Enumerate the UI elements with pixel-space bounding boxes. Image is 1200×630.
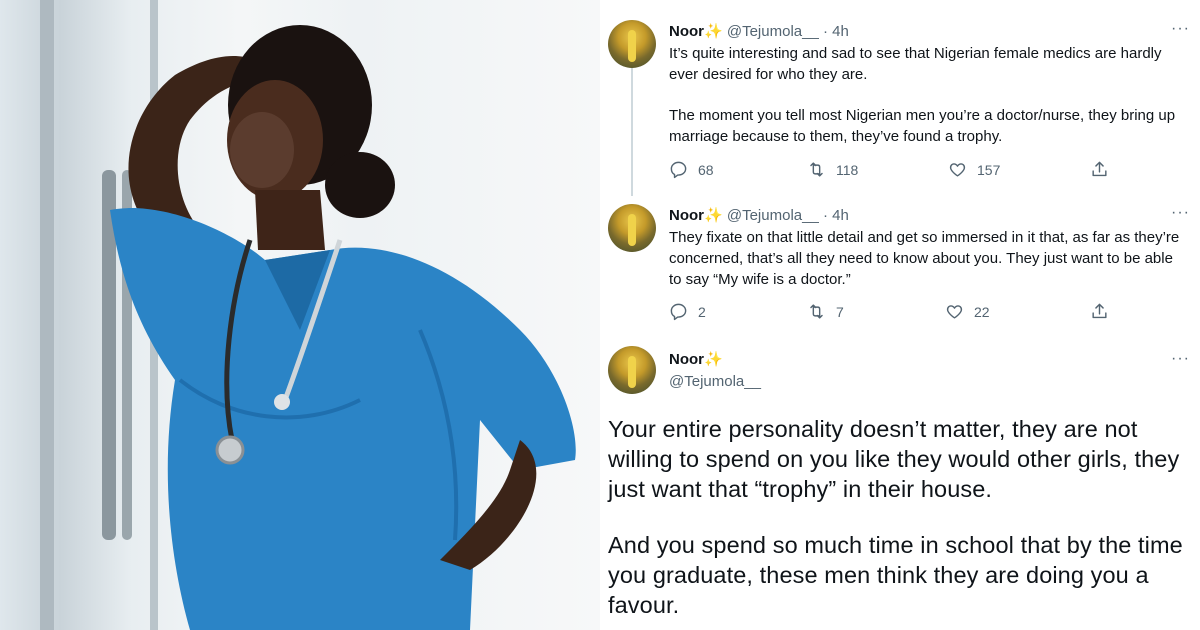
nurse-figure	[110, 25, 576, 630]
share-button[interactable]	[1090, 160, 1109, 179]
tweet-text: The moment you tell most Nigerian men yo…	[669, 107, 1176, 145]
timestamp[interactable]: · 4h	[823, 23, 849, 40]
retweet-icon	[810, 304, 823, 319]
reply-count: 2	[698, 303, 706, 320]
tweet-header: Noor✨ @Tejumola__ · 4h	[669, 22, 849, 42]
display-name[interactable]: Noor	[669, 23, 704, 40]
more-options-icon[interactable]: ···	[1171, 204, 1190, 222]
reply-count: 68	[698, 161, 714, 178]
retweet-count: 118	[836, 161, 859, 178]
like-count: 157	[977, 161, 1001, 178]
handle[interactable]: @Tejumola__	[727, 207, 819, 224]
tweet-header: Noor✨	[669, 350, 723, 370]
avatar[interactable]	[608, 20, 656, 68]
handle[interactable]: @Tejumola__	[669, 373, 761, 390]
handle[interactable]: @Tejumola__	[727, 23, 819, 40]
tweet-text: Your entire personality doesn’t matter, …	[608, 416, 1180, 502]
tweet-text: It’s quite interesting and sad to see th…	[669, 45, 1162, 83]
share-button[interactable]	[1090, 302, 1109, 321]
sparkle-emoji: ✨	[704, 23, 723, 40]
retweet-icon	[810, 162, 823, 177]
sparkle-emoji: ✨	[704, 351, 723, 368]
tweet-thread: Noor✨ @Tejumola__ · 4h ··· It’s quite in…	[600, 0, 1200, 630]
tweet-1[interactable]: Noor✨ @Tejumola__ · 4h ··· It’s quite in…	[600, 20, 1200, 190]
sparkle-emoji: ✨	[704, 207, 723, 224]
more-options-icon[interactable]: ···	[1171, 350, 1190, 368]
share-icon	[1092, 303, 1107, 319]
reply-icon	[670, 161, 687, 179]
like-button[interactable]: 22	[945, 302, 990, 321]
like-count: 22	[974, 303, 990, 320]
nurse-photo	[0, 0, 600, 630]
tweet-actions: 2 7 22	[669, 302, 1189, 324]
more-options-icon[interactable]: ···	[1171, 20, 1190, 38]
tweet-3[interactable]: Noor✨ @Tejumola__ ··· Your entire person…	[600, 346, 1200, 630]
tweet-text: And you spend so much time in school tha…	[608, 532, 1183, 618]
display-name[interactable]: Noor	[669, 207, 704, 224]
heart-icon	[949, 163, 966, 177]
tweet-2[interactable]: Noor✨ @Tejumola__ · 4h ··· They fixate o…	[600, 204, 1200, 324]
retweet-button[interactable]: 7	[807, 302, 844, 321]
heart-icon	[946, 305, 963, 319]
retweet-button[interactable]: 118	[807, 160, 858, 179]
tweet-header: Noor✨ @Tejumola__ · 4h	[669, 206, 849, 226]
share-icon	[1092, 161, 1107, 177]
display-name[interactable]: Noor	[669, 351, 704, 368]
like-button[interactable]: 157	[948, 160, 1000, 179]
tweet-text: They fixate on that little detail and ge…	[669, 229, 1180, 288]
timestamp[interactable]: · 4h	[823, 207, 849, 224]
reply-button[interactable]: 68	[669, 160, 714, 179]
retweet-count: 7	[836, 303, 844, 320]
avatar[interactable]	[608, 346, 656, 394]
avatar[interactable]	[608, 204, 656, 252]
reply-icon	[670, 303, 687, 321]
tweet-handle-row: @Tejumola__	[669, 372, 761, 392]
tweet-actions: 68 118 157	[669, 160, 1189, 182]
reply-button[interactable]: 2	[669, 302, 706, 321]
